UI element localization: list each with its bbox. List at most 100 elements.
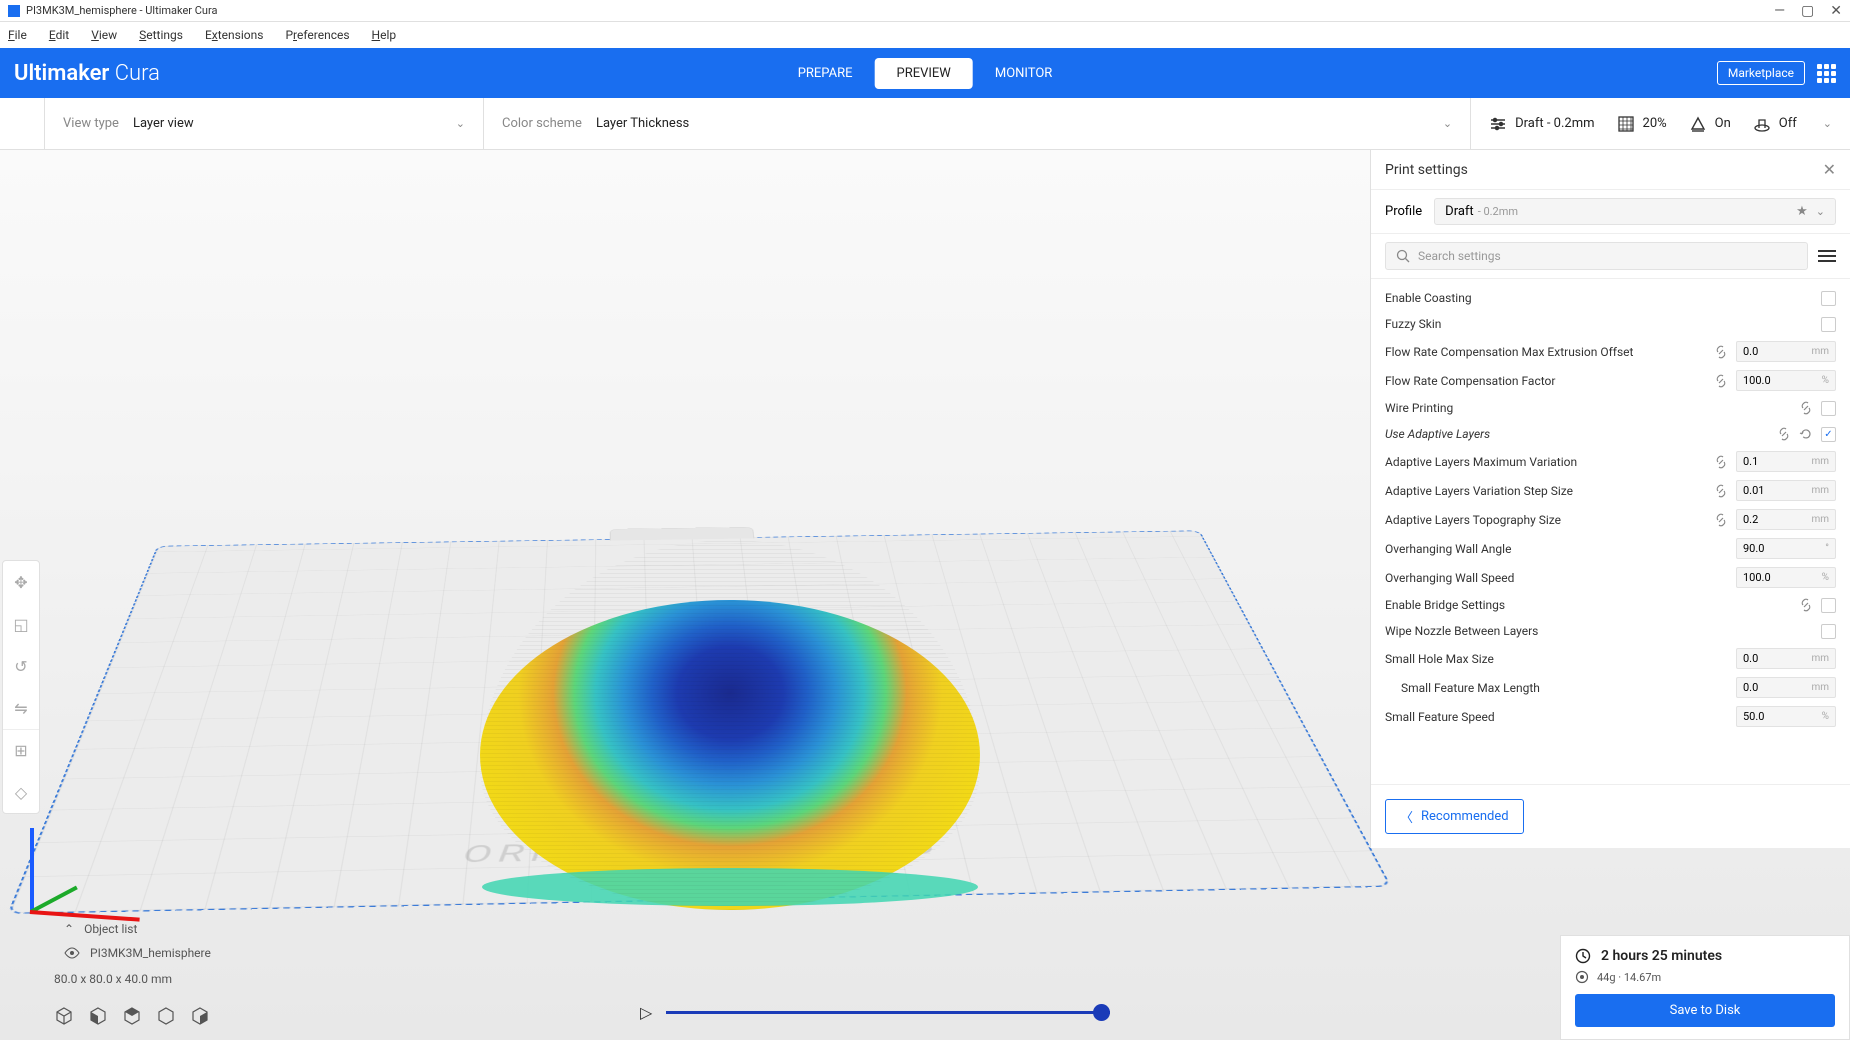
chevron-down-icon: ⌄ bbox=[1823, 117, 1832, 130]
minimize-button[interactable]: — bbox=[1774, 3, 1785, 19]
profile-summary[interactable]: Draft - 0.2mm bbox=[1489, 115, 1594, 133]
setting-input[interactable]: 90.0° bbox=[1736, 538, 1836, 559]
adhesion-icon bbox=[1753, 115, 1771, 133]
setting-label: Enable Coasting bbox=[1385, 291, 1821, 305]
search-placeholder: Search settings bbox=[1418, 249, 1501, 263]
close-window-button[interactable]: ✕ bbox=[1830, 3, 1842, 19]
link-icon[interactable] bbox=[1714, 484, 1732, 498]
tab-monitor[interactable]: MONITOR bbox=[973, 58, 1074, 89]
setting-row: Flow Rate Compensation Max Extrusion Off… bbox=[1371, 337, 1850, 366]
reset-icon[interactable] bbox=[1799, 427, 1817, 441]
infill-summary[interactable]: 20% bbox=[1617, 115, 1667, 133]
star-icon[interactable]: ★ bbox=[1796, 204, 1808, 219]
close-panel-icon[interactable]: ✕ bbox=[1823, 160, 1836, 179]
link-icon[interactable] bbox=[1714, 513, 1732, 527]
recommended-button[interactable]: 〈 Recommended bbox=[1385, 799, 1524, 834]
axis-gizmo[interactable] bbox=[22, 810, 132, 920]
setting-row: Fuzzy Skin bbox=[1371, 311, 1850, 337]
chevron-down-icon: ⌄ bbox=[1816, 205, 1825, 218]
search-icon bbox=[1396, 249, 1410, 263]
logo-brand: Ultimaker bbox=[14, 61, 109, 86]
view-3d-icon[interactable] bbox=[54, 1006, 74, 1026]
setting-input[interactable]: 0.2mm bbox=[1736, 509, 1836, 530]
color-scheme-selector[interactable]: Color scheme Layer Thickness ⌄ bbox=[484, 98, 1471, 149]
tab-prepare[interactable]: PREPARE bbox=[776, 58, 875, 89]
search-settings-input[interactable]: Search settings bbox=[1385, 242, 1808, 270]
save-to-disk-button[interactable]: Save to Disk bbox=[1575, 994, 1835, 1027]
menu-file[interactable]: File bbox=[8, 28, 27, 42]
checkbox[interactable]: ✓ bbox=[1821, 427, 1836, 442]
setting-input[interactable]: 0.0mm bbox=[1736, 648, 1836, 669]
object-list-item[interactable]: PI3MK3M_hemisphere bbox=[54, 942, 374, 964]
checkbox[interactable] bbox=[1821, 401, 1836, 416]
layer-slider[interactable] bbox=[666, 1011, 1110, 1014]
profile-selector[interactable]: Draft - 0.2mm ★ ⌄ bbox=[1434, 198, 1836, 225]
view-front-icon[interactable] bbox=[88, 1006, 108, 1026]
panel-title: Print settings bbox=[1385, 162, 1468, 178]
menu-help[interactable]: Help bbox=[372, 28, 397, 42]
menu-extensions[interactable]: Extensions bbox=[205, 28, 263, 42]
setting-input[interactable]: 100.0% bbox=[1736, 370, 1836, 391]
link-icon[interactable] bbox=[1714, 374, 1732, 388]
setting-row: Adaptive Layers Topography Size0.2mm bbox=[1371, 505, 1850, 534]
support-summary[interactable]: On bbox=[1689, 115, 1731, 133]
checkbox[interactable] bbox=[1821, 624, 1836, 639]
profile-value: Draft - 0.2mm bbox=[1515, 116, 1594, 131]
link-icon[interactable] bbox=[1777, 427, 1795, 441]
chevron-left-icon: 〈 bbox=[1400, 807, 1413, 826]
setting-input[interactable]: 0.01mm bbox=[1736, 480, 1836, 501]
rotate-tool[interactable]: ↺ bbox=[3, 645, 39, 687]
scale-tool[interactable]: ◱ bbox=[3, 603, 39, 645]
logo-product: Cura bbox=[115, 61, 160, 86]
maximize-button[interactable]: ▢ bbox=[1801, 3, 1814, 19]
marketplace-button[interactable]: Marketplace bbox=[1717, 61, 1805, 85]
setting-row: Small Feature Speed50.0% bbox=[1371, 702, 1850, 731]
settings-menu-icon[interactable] bbox=[1818, 250, 1836, 262]
setting-input[interactable]: 0.0mm bbox=[1736, 677, 1836, 698]
menu-edit[interactable]: Edit bbox=[49, 28, 69, 42]
play-button[interactable]: ▷ bbox=[640, 1003, 652, 1022]
setting-input[interactable]: 50.0% bbox=[1736, 706, 1836, 727]
material-icon bbox=[1575, 970, 1589, 984]
menu-settings[interactable]: Settings bbox=[139, 28, 183, 42]
mesh-tool[interactable]: ⊞ bbox=[3, 729, 39, 771]
view-type-value: Layer view bbox=[133, 116, 194, 131]
panel-header: Print settings ✕ bbox=[1371, 150, 1850, 190]
view-left-icon[interactable] bbox=[156, 1006, 176, 1026]
link-icon[interactable] bbox=[1714, 455, 1732, 469]
profile-sub: - 0.2mm bbox=[1478, 205, 1518, 218]
adhesion-summary[interactable]: Off bbox=[1753, 115, 1797, 133]
setting-input[interactable]: 0.1mm bbox=[1736, 451, 1836, 472]
axis-y bbox=[30, 886, 78, 914]
object-dimensions: 80.0 x 80.0 x 40.0 mm bbox=[54, 972, 172, 986]
link-icon[interactable] bbox=[1714, 345, 1732, 359]
link-icon[interactable] bbox=[1799, 598, 1817, 612]
infill-value: 20% bbox=[1643, 116, 1667, 131]
apps-icon[interactable] bbox=[1817, 64, 1836, 83]
view-top-icon[interactable] bbox=[122, 1006, 142, 1026]
checkbox[interactable] bbox=[1821, 291, 1836, 306]
checkbox[interactable] bbox=[1821, 317, 1836, 332]
view-right-icon[interactable] bbox=[190, 1006, 210, 1026]
model-hemisphere[interactable] bbox=[480, 540, 980, 910]
mirror-tool[interactable]: ⇋ bbox=[3, 687, 39, 729]
slider-thumb[interactable] bbox=[1093, 1004, 1110, 1021]
profile-name: Draft bbox=[1445, 204, 1474, 219]
visibility-icon[interactable] bbox=[64, 947, 80, 959]
app-header: Ultimaker Cura PREPARE PREVIEW MONITOR M… bbox=[0, 48, 1850, 98]
setting-input[interactable]: 0.0mm bbox=[1736, 341, 1836, 362]
window-title: PI3MK3M_hemisphere - Ultimaker Cura bbox=[26, 4, 217, 17]
setting-input[interactable]: 100.0% bbox=[1736, 567, 1836, 588]
support-blocker-tool[interactable]: ◇ bbox=[3, 771, 39, 813]
link-icon[interactable] bbox=[1799, 401, 1817, 415]
setting-row: Overhanging Wall Angle90.0° bbox=[1371, 534, 1850, 563]
view-type-selector[interactable]: View type Layer view ⌄ bbox=[44, 98, 484, 149]
checkbox[interactable] bbox=[1821, 598, 1836, 613]
object-list-header[interactable]: ⌃ Object list bbox=[54, 916, 374, 942]
print-time: 2 hours 25 minutes bbox=[1601, 948, 1722, 964]
setting-label: Adaptive Layers Maximum Variation bbox=[1385, 455, 1714, 469]
menu-view[interactable]: View bbox=[91, 28, 117, 42]
move-tool[interactable]: ✥ bbox=[3, 561, 39, 603]
menu-preferences[interactable]: Preferences bbox=[285, 28, 349, 42]
tab-preview[interactable]: PREVIEW bbox=[875, 58, 973, 89]
